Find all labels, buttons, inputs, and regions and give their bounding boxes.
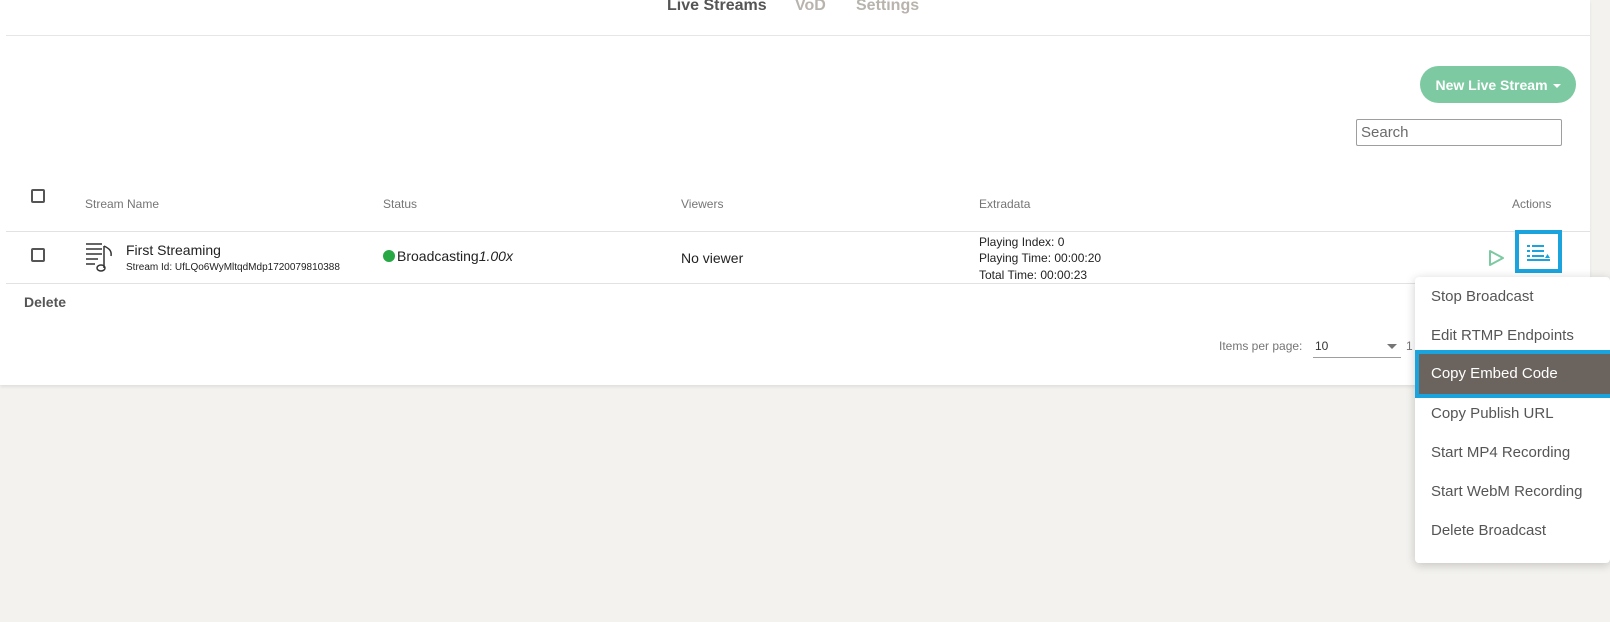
header-extradata: Extradata — [979, 197, 1031, 211]
header-stream-name: Stream Name — [85, 197, 160, 211]
select-all-checkbox[interactable] — [31, 189, 45, 203]
menu-item-copy-embed-code[interactable]: Copy Embed Code — [1415, 350, 1610, 398]
dropdown-arrow-icon — [1387, 344, 1397, 349]
status-label: Broadcasting1.00x — [397, 248, 513, 264]
row-checkbox[interactable] — [31, 248, 45, 262]
list-menu-icon — [1527, 245, 1550, 261]
play-icon[interactable] — [1487, 249, 1505, 267]
header-viewers: Viewers — [681, 197, 724, 211]
delete-button[interactable]: Delete — [24, 294, 66, 310]
tab-live-streams[interactable]: Live Streams — [667, 0, 767, 15]
new-live-stream-button[interactable]: New Live Stream — [1420, 66, 1576, 103]
menu-item-start-mp4-recording[interactable]: Start MP4 Recording — [1415, 433, 1610, 473]
menu-item-stop-broadcast[interactable]: Stop Broadcast — [1415, 277, 1610, 317]
actions-menu-button[interactable] — [1515, 230, 1562, 273]
new-live-stream-label: New Live Stream — [1435, 77, 1548, 93]
table-header: Stream Name Status Viewers Extradata Act… — [6, 182, 1590, 232]
extradata-playing-index: Playing Index: 0 — [979, 235, 1065, 249]
header-status: Status — [383, 197, 418, 211]
top-tabs: Live Streams VoD Settings — [6, 0, 1590, 36]
menu-item-copy-publish-url[interactable]: Copy Publish URL — [1415, 394, 1610, 434]
viewers-count: No viewer — [681, 250, 744, 266]
extradata-total-time: Total Time: 00:00:23 — [979, 268, 1088, 282]
stream-audio-icon — [86, 243, 112, 272]
stream-id: Stream Id: UfLQo6WyMltqdMdp1720079810388 — [126, 262, 340, 273]
menu-item-delete-broadcast[interactable]: Delete Broadcast — [1415, 511, 1610, 551]
items-per-page-value: 10 — [1315, 339, 1329, 353]
search-input[interactable] — [1356, 119, 1562, 146]
tab-vod[interactable]: VoD — [795, 0, 826, 15]
tab-settings[interactable]: Settings — [856, 0, 919, 15]
items-per-page-select[interactable]: 10 — [1313, 337, 1401, 358]
main-panel: Live Streams VoD Settings New Live Strea… — [0, 0, 1590, 385]
table-row: First Streaming Stream Id: UfLQo6WyMltqd… — [6, 230, 1590, 284]
status-text: Broadcasting — [397, 248, 479, 264]
extradata-playing-time: Playing Time: 00:00:20 — [979, 251, 1102, 265]
caret-down-icon — [1552, 84, 1561, 89]
header-actions: Actions — [1512, 197, 1552, 211]
actions-dropdown-menu: Stop Broadcast Edit RTMP Endpoints Copy … — [1415, 277, 1610, 563]
status-speed: 1.00x — [478, 248, 513, 264]
stream-name[interactable]: First Streaming — [126, 242, 221, 258]
pagination-range: 1 — [1406, 339, 1413, 353]
menu-item-start-webm-recording[interactable]: Start WebM Recording — [1415, 472, 1610, 512]
items-per-page-label: Items per page: — [1219, 339, 1303, 353]
status-dot-icon — [383, 250, 395, 262]
